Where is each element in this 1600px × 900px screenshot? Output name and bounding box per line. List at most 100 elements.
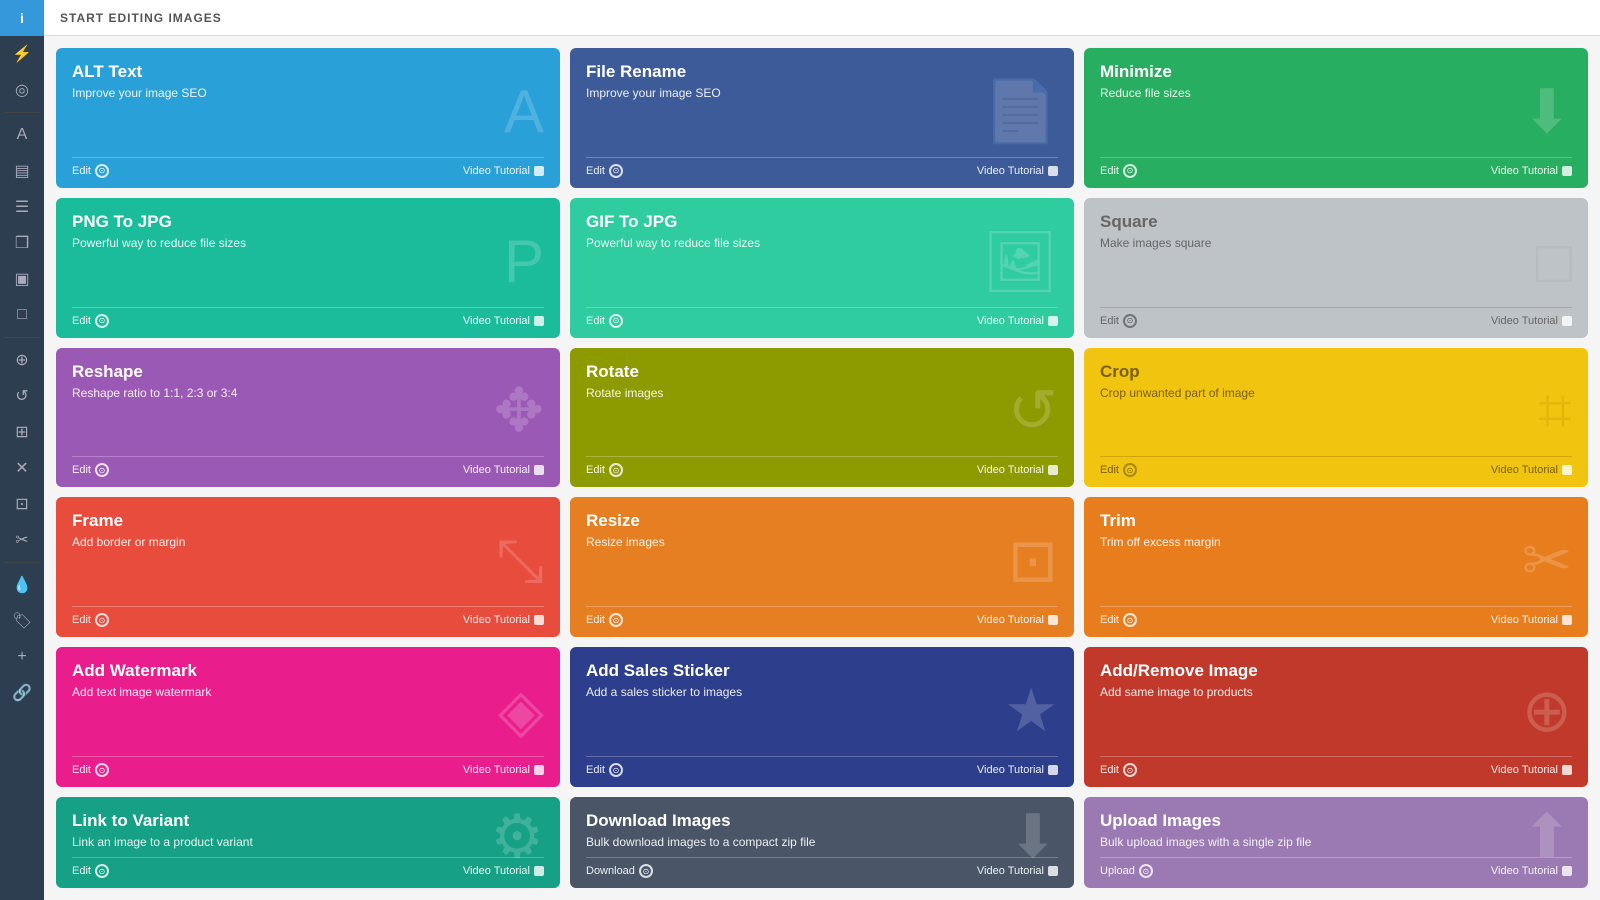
card-minimize[interactable]: ⬇ Minimize Reduce file sizes Edit ⊙ Vide… [1084, 48, 1588, 188]
card-frame[interactable]: ⤡ Frame Add border or margin Edit ⊙ Vide… [56, 497, 560, 637]
card-edit-reshape[interactable]: Edit ⊙ [72, 463, 109, 477]
card-video-crop[interactable]: Video Tutorial [1491, 464, 1572, 476]
image-icon[interactable]: ▣ [0, 261, 44, 297]
card-video-frame[interactable]: Video Tutorial [463, 614, 544, 626]
card-video-label-reshape: Video Tutorial [463, 464, 530, 476]
card-reshape[interactable]: ✥ Reshape Reshape ratio to 1:1, 2:3 or 3… [56, 348, 560, 488]
frame-icon[interactable]: ⊡ [0, 486, 44, 522]
card-desc-file-rename: Improve your image SEO [586, 86, 1058, 100]
card-file-rename[interactable]: 📄 File Rename Improve your image SEO Edi… [570, 48, 1074, 188]
card-edit-link-to-variant[interactable]: Edit ⊙ [72, 864, 109, 878]
card-video-icon-minimize [1562, 166, 1572, 176]
text-a-icon[interactable]: A [0, 117, 44, 153]
card-title-download-images: Download Images [586, 811, 1058, 831]
drop-icon[interactable]: 💧 [0, 567, 44, 603]
card-edit-file-rename[interactable]: Edit ⊙ [586, 164, 623, 178]
card-edit-minimize[interactable]: Edit ⊙ [1100, 164, 1137, 178]
card-square[interactable]: □ Square Make images square Edit ⊙ Video… [1084, 198, 1588, 338]
card-download-images[interactable]: ⬇ Download Images Bulk download images t… [570, 797, 1074, 888]
card-edit-add-sales-sticker[interactable]: Edit ⊙ [586, 763, 623, 777]
card-video-png-to-jpg[interactable]: Video Tutorial [463, 315, 544, 327]
card-video-resize[interactable]: Video Tutorial [977, 614, 1058, 626]
card-video-upload-images[interactable]: Video Tutorial [1491, 865, 1572, 877]
card-video-label-png-to-jpg: Video Tutorial [463, 315, 530, 327]
card-edit-png-to-jpg[interactable]: Edit ⊙ [72, 314, 109, 328]
flash-icon[interactable]: ⚡ [0, 36, 44, 72]
card-video-label-resize: Video Tutorial [977, 614, 1044, 626]
card-video-label-trim: Video Tutorial [1491, 614, 1558, 626]
refresh-icon[interactable]: ↺ [0, 378, 44, 414]
card-video-label-download-images: Video Tutorial [977, 865, 1044, 877]
card-crop[interactable]: ⌗ Crop Crop unwanted part of image Edit … [1084, 348, 1588, 488]
page-title: START EDITING IMAGES [60, 11, 222, 25]
card-edit-add-watermark[interactable]: Edit ⊙ [72, 763, 109, 777]
card-video-rotate[interactable]: Video Tutorial [977, 464, 1058, 476]
card-video-alt-text[interactable]: Video Tutorial [463, 165, 544, 177]
card-edit-label-square: Edit [1100, 315, 1119, 327]
target-icon[interactable]: ◎ [0, 72, 44, 108]
card-video-icon-upload-images [1562, 866, 1572, 876]
card-edit-alt-text[interactable]: Edit ⊙ [72, 164, 109, 178]
card-desc-png-to-jpg: Powerful way to reduce file sizes [72, 236, 544, 250]
card-edit-add-remove-image[interactable]: Edit ⊙ [1100, 763, 1137, 777]
card-video-trim[interactable]: Video Tutorial [1491, 614, 1572, 626]
card-png-to-jpg[interactable]: P PNG To JPG Powerful way to reduce file… [56, 198, 560, 338]
cross-icon[interactable]: ✕ [0, 450, 44, 486]
card-link-to-variant[interactable]: ⚙ Link to Variant Link an image to a pro… [56, 797, 560, 888]
card-add-watermark[interactable]: ◈ Add Watermark Add text image watermark… [56, 647, 560, 787]
card-video-label-square: Video Tutorial [1491, 315, 1558, 327]
card-resize[interactable]: ⊡ Resize Resize images Edit ⊙ Video Tuto… [570, 497, 1074, 637]
card-footer-frame: Edit ⊙ Video Tutorial [72, 606, 544, 627]
card-edit-square[interactable]: Edit ⊙ [1100, 314, 1137, 328]
card-edit-icon-crop: ⊙ [1123, 463, 1137, 477]
card-desc-crop: Crop unwanted part of image [1100, 386, 1572, 400]
tag-icon[interactable]: 🏷 [0, 603, 44, 639]
grid-icon[interactable]: ⊞ [0, 414, 44, 450]
card-edit-resize[interactable]: Edit ⊙ [586, 613, 623, 627]
sidebar-divider-3 [4, 562, 39, 563]
card-video-download-images[interactable]: Video Tutorial [977, 865, 1058, 877]
list-icon[interactable]: ☰ [0, 189, 44, 225]
card-video-link-to-variant[interactable]: Video Tutorial [463, 865, 544, 877]
card-edit-rotate[interactable]: Edit ⊙ [586, 463, 623, 477]
card-desc-gif-to-jpg: Powerful way to reduce file sizes [586, 236, 1058, 250]
card-trim[interactable]: ✂ Trim Trim off excess margin Edit ⊙ Vid… [1084, 497, 1588, 637]
card-edit-download-images[interactable]: Download ⊙ [586, 864, 653, 878]
card-edit-frame[interactable]: Edit ⊙ [72, 613, 109, 627]
card-video-icon-alt-text [534, 166, 544, 176]
card-video-icon-crop [1562, 465, 1572, 475]
card-video-square[interactable]: Video Tutorial [1491, 315, 1572, 327]
card-alt-text[interactable]: A ALT Text Improve your image SEO Edit ⊙… [56, 48, 560, 188]
box-icon[interactable]: □ [0, 297, 44, 333]
card-video-reshape[interactable]: Video Tutorial [463, 464, 544, 476]
plus-circle-icon[interactable]: ⊕ [0, 342, 44, 378]
card-edit-upload-images[interactable]: Upload ⊙ [1100, 864, 1153, 878]
page-header: START EDITING IMAGES [44, 0, 1600, 36]
card-rotate[interactable]: ↺ Rotate Rotate images Edit ⊙ Video Tuto… [570, 348, 1074, 488]
card-edit-gif-to-jpg[interactable]: Edit ⊙ [586, 314, 623, 328]
card-gif-to-jpg[interactable]: 🖼 GIF To JPG Powerful way to reduce file… [570, 198, 1074, 338]
card-video-icon-add-sales-sticker [1048, 765, 1058, 775]
sidebar-top-icon[interactable]: i [0, 0, 44, 36]
doc-icon[interactable]: ▤ [0, 153, 44, 189]
copy-icon[interactable]: ❒ [0, 225, 44, 261]
card-edit-icon-gif-to-jpg: ⊙ [609, 314, 623, 328]
scissors-icon[interactable]: ✂ [0, 522, 44, 558]
card-video-file-rename[interactable]: Video Tutorial [977, 165, 1058, 177]
card-add-sales-sticker[interactable]: ★ Add Sales Sticker Add a sales sticker … [570, 647, 1074, 787]
card-upload-images[interactable]: ⬆ Upload Images Bulk upload images with … [1084, 797, 1588, 888]
plus-icon[interactable]: + [0, 639, 44, 675]
card-video-add-sales-sticker[interactable]: Video Tutorial [977, 764, 1058, 776]
link-icon[interactable]: 🔗 [0, 675, 44, 711]
card-add-remove-image[interactable]: ⊕ Add/Remove Image Add same image to pro… [1084, 647, 1588, 787]
card-video-minimize[interactable]: Video Tutorial [1491, 165, 1572, 177]
card-edit-trim[interactable]: Edit ⊙ [1100, 613, 1137, 627]
card-video-gif-to-jpg[interactable]: Video Tutorial [977, 315, 1058, 327]
card-video-add-remove-image[interactable]: Video Tutorial [1491, 764, 1572, 776]
card-edit-label-trim: Edit [1100, 614, 1119, 626]
card-video-label-file-rename: Video Tutorial [977, 165, 1044, 177]
card-edit-label-file-rename: Edit [586, 165, 605, 177]
card-edit-crop[interactable]: Edit ⊙ [1100, 463, 1137, 477]
card-video-add-watermark[interactable]: Video Tutorial [463, 764, 544, 776]
card-video-label-add-sales-sticker: Video Tutorial [977, 764, 1044, 776]
